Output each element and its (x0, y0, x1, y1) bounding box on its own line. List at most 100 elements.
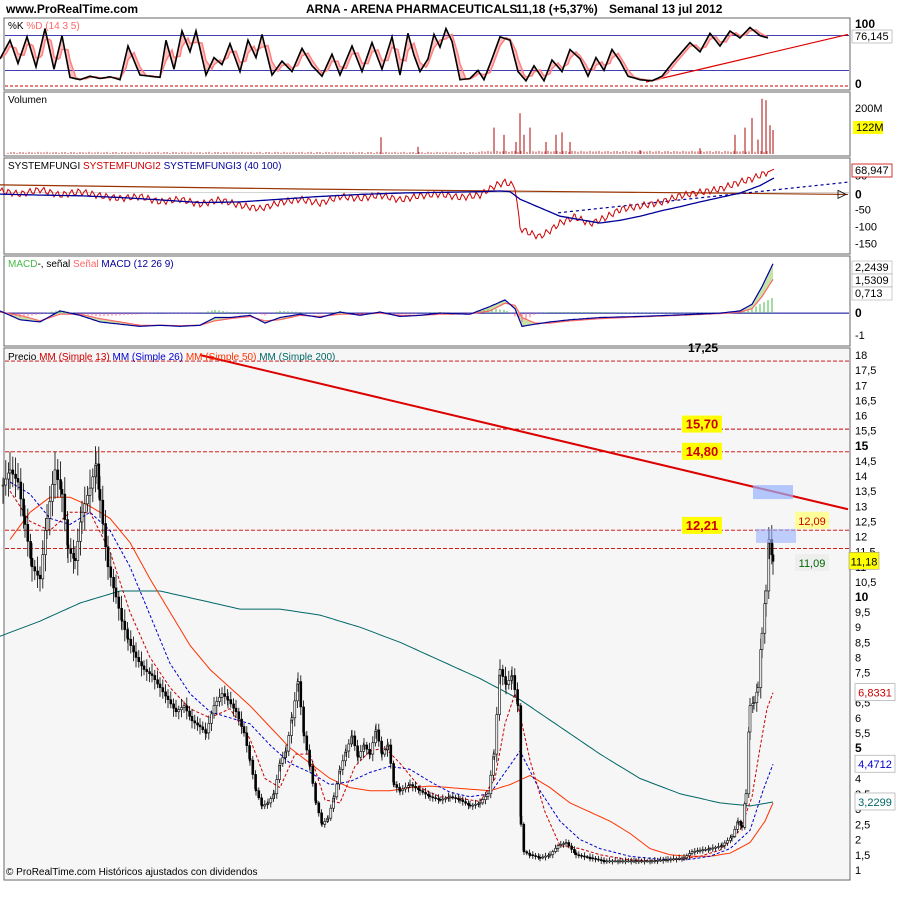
legend-volume: Volumen (8, 95, 47, 106)
price-tick: 18 (855, 350, 867, 362)
candle-body (263, 804, 267, 807)
candle-body (747, 731, 751, 795)
site-name[interactable]: www.ProRealTime.com (5, 2, 138, 16)
candle-body (248, 758, 252, 761)
price-tick: 17,5 (855, 365, 876, 377)
macd-value: 0,713 (855, 288, 883, 300)
price-tick: 8,5 (855, 637, 870, 649)
candle-body (193, 720, 197, 724)
candle-body (756, 687, 760, 693)
candle-body (204, 732, 208, 734)
candle-body (602, 860, 606, 863)
candle-body (148, 671, 151, 675)
candle-body (272, 793, 276, 796)
candle-body (153, 675, 157, 681)
candle-body (752, 702, 756, 705)
candle-body (562, 843, 565, 845)
candle-body (323, 821, 327, 825)
candle-body (223, 693, 227, 697)
candle-body (688, 853, 691, 856)
candle-body (755, 691, 759, 704)
candle-body (507, 680, 511, 685)
legend-systemfungi: SYSTEMFUNGI SYSTEMFUNGI2 SYSTEMFUNGI3 (4… (8, 161, 281, 172)
candle-body (538, 857, 542, 859)
candle-body (498, 669, 502, 676)
legend-entry-2: Señal (70, 259, 98, 270)
candle-body (696, 850, 699, 852)
candle-body (726, 840, 729, 844)
candle-body (522, 849, 526, 852)
candle-body (72, 553, 75, 559)
candle-body (350, 735, 354, 738)
candle-body (672, 858, 675, 861)
candle-body (744, 793, 748, 805)
candle-body (120, 619, 124, 622)
candle-body (174, 707, 178, 713)
candle-body (142, 665, 146, 670)
candle-body (161, 687, 165, 693)
price-tick: 13 (855, 501, 867, 513)
candle-body (690, 851, 694, 854)
volume-tick-200m: 200M (855, 103, 883, 115)
candle-body (501, 669, 505, 677)
candle-body (656, 860, 659, 862)
sf-last-value: 68,947 (855, 165, 889, 177)
macd-tick-0: 0 (855, 306, 862, 320)
candle-body (573, 849, 576, 854)
price-tick: 7,5 (855, 668, 870, 680)
candle-body (611, 860, 614, 863)
candle-body (629, 860, 633, 863)
candle-body (229, 699, 233, 705)
candle-body (760, 632, 764, 650)
candle-body (237, 711, 241, 720)
legend-entry-0: MACD (8, 259, 37, 270)
candle-body (86, 495, 89, 505)
candle-body (317, 802, 321, 814)
candle-body (8, 469, 12, 474)
candle-body (577, 854, 581, 857)
candle-body (302, 731, 306, 737)
candle-body (182, 705, 186, 708)
candle-body (519, 816, 523, 825)
candle-body (661, 859, 665, 862)
legend-entry-0: Precio (8, 352, 37, 363)
stochastic-last-value: 76,145 (855, 31, 889, 43)
price-badge-label: 15,70 (686, 417, 719, 432)
legend-macd: MACD-, señal Señal MACD (12 26 9) (8, 259, 174, 270)
candle-body (383, 749, 387, 755)
candle-body (164, 691, 167, 697)
candle-body (513, 675, 517, 690)
candle-body (234, 707, 238, 713)
candle-body (522, 823, 526, 851)
candle-body (448, 796, 452, 799)
price-tick: 1 (855, 865, 861, 877)
candle-body (156, 679, 159, 685)
candle-body (88, 487, 92, 496)
price-badge-label: 11,18 (851, 556, 878, 568)
legend-entry-3: MM (Simple 50) (183, 352, 256, 363)
candle-body (98, 489, 102, 501)
stochastic-tick-100: 100 (855, 17, 875, 31)
candle-body (541, 856, 545, 859)
macd-value: 1,5309 (855, 275, 889, 287)
macd-value: 2,2439 (855, 262, 889, 274)
legend-entry-0: Volumen (8, 95, 47, 106)
legend-entry-0: %K (8, 21, 24, 32)
candle-body (431, 796, 435, 799)
candle-body (210, 713, 213, 724)
price-tick: 12 (855, 532, 867, 544)
candle-body (585, 856, 589, 858)
legend-entry-1: -, señal (37, 259, 70, 270)
candle-body (723, 842, 727, 846)
price-badge-label: 14,80 (686, 444, 719, 459)
candle-body (150, 673, 154, 676)
candle-body (33, 566, 37, 572)
candle-body (392, 781, 396, 785)
candle-body (132, 645, 135, 653)
candle-body (129, 638, 133, 646)
price-tick: 6 (855, 713, 861, 725)
candle-body (733, 829, 737, 837)
candle-body (59, 479, 62, 490)
candle-body (158, 683, 162, 688)
candle-body (4, 478, 8, 486)
